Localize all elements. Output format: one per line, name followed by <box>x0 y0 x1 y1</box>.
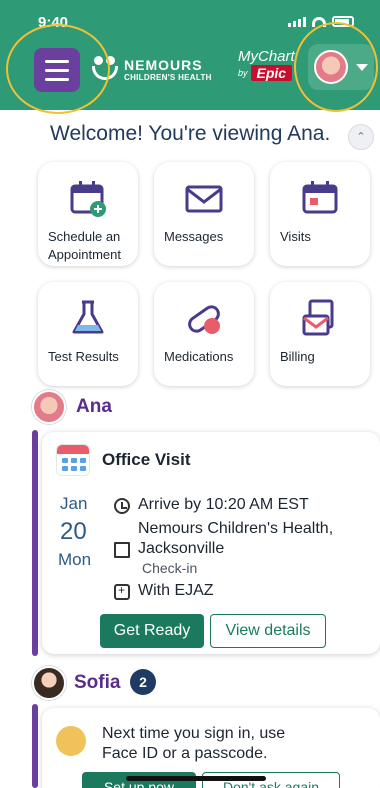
billing-icon <box>302 299 334 336</box>
brand-name: NEMOURS <box>124 56 203 73</box>
tile-billing[interactable]: Billing <box>270 282 370 386</box>
calendar-icon <box>56 444 90 476</box>
tile-schedule-appointment[interactable]: Schedule an Appointment <box>38 162 138 266</box>
flask-icon <box>72 300 104 334</box>
home-indicator[interactable] <box>126 776 266 781</box>
brand-subtitle: CHILDREN'S HEALTH <box>124 72 212 82</box>
medical-bag-icon <box>114 583 130 600</box>
patient-name-ana[interactable]: Ana <box>76 396 112 418</box>
tile-label: Test Results <box>48 349 119 364</box>
tile-label: Visits <box>280 229 311 244</box>
tile-visits[interactable]: Visits <box>270 162 370 266</box>
tile-label: Schedule an Appointment <box>48 229 121 262</box>
location-line-1: Nemours Children's Health, <box>138 520 334 537</box>
collapse-button[interactable]: ⌃ <box>348 124 374 150</box>
clock-icon <box>114 498 130 514</box>
signal-icon <box>288 17 306 27</box>
patient-avatar-sofia[interactable] <box>32 666 66 700</box>
calendar-icon <box>302 181 338 214</box>
building-icon <box>114 542 130 558</box>
provider-row: With EJAZ <box>114 582 214 600</box>
patient-rail <box>32 704 38 788</box>
appointment-weekday: Mon <box>58 550 92 569</box>
tile-messages[interactable]: Messages <box>154 162 254 266</box>
patient-avatar-ana[interactable] <box>32 390 66 424</box>
appointment-month: Jan <box>60 494 88 513</box>
appointment-card[interactable]: Office Visit Jan 20 Mon Arrive by 10:20 … <box>42 432 380 654</box>
patient-rail <box>32 430 38 656</box>
get-ready-button[interactable]: Get Ready <box>100 614 204 648</box>
epic-label: Epic <box>250 65 293 81</box>
arrive-row: Arrive by 10:20 AM EST <box>114 496 309 514</box>
envelope-icon <box>185 185 223 213</box>
welcome-message: Welcome! You're viewing Ana. <box>50 122 331 145</box>
tile-label: Messages <box>164 229 224 244</box>
face-id-text-1: Next time you sign in, use <box>102 725 286 742</box>
highlight-ring-avatar <box>294 22 378 112</box>
checkin-text: Check-in <box>142 560 198 576</box>
mychart-label: MyChart <box>238 48 295 65</box>
provider-name: With EJAZ <box>138 582 214 599</box>
location-row: Jacksonville <box>114 540 224 558</box>
tile-label: Medications <box>164 349 234 364</box>
tile-medications[interactable]: Medications <box>154 282 254 386</box>
lock-icon <box>56 726 86 756</box>
mychart-logo: MyChart by Epic <box>238 48 296 81</box>
tile-test-results[interactable]: Test Results <box>38 282 138 386</box>
appointment-day: 20 <box>60 518 87 545</box>
location-line-2: Jacksonville <box>138 540 225 557</box>
highlight-ring-menu <box>6 24 110 114</box>
arrive-time: Arrive by 10:20 AM EST <box>138 496 309 513</box>
mychart-by: by <box>238 68 248 78</box>
chevron-up-icon: ⌃ <box>356 131 366 143</box>
tile-label: Billing <box>280 349 315 364</box>
face-id-text-2: Face ID or a passcode. <box>102 745 268 762</box>
appointment-title: Office Visit <box>102 450 191 469</box>
calendar-add-icon <box>70 181 106 217</box>
pill-icon <box>188 305 220 334</box>
notification-badge: 2 <box>130 669 156 695</box>
view-details-button[interactable]: View details <box>210 614 326 648</box>
patient-name-sofia[interactable]: Sofia <box>74 672 120 694</box>
